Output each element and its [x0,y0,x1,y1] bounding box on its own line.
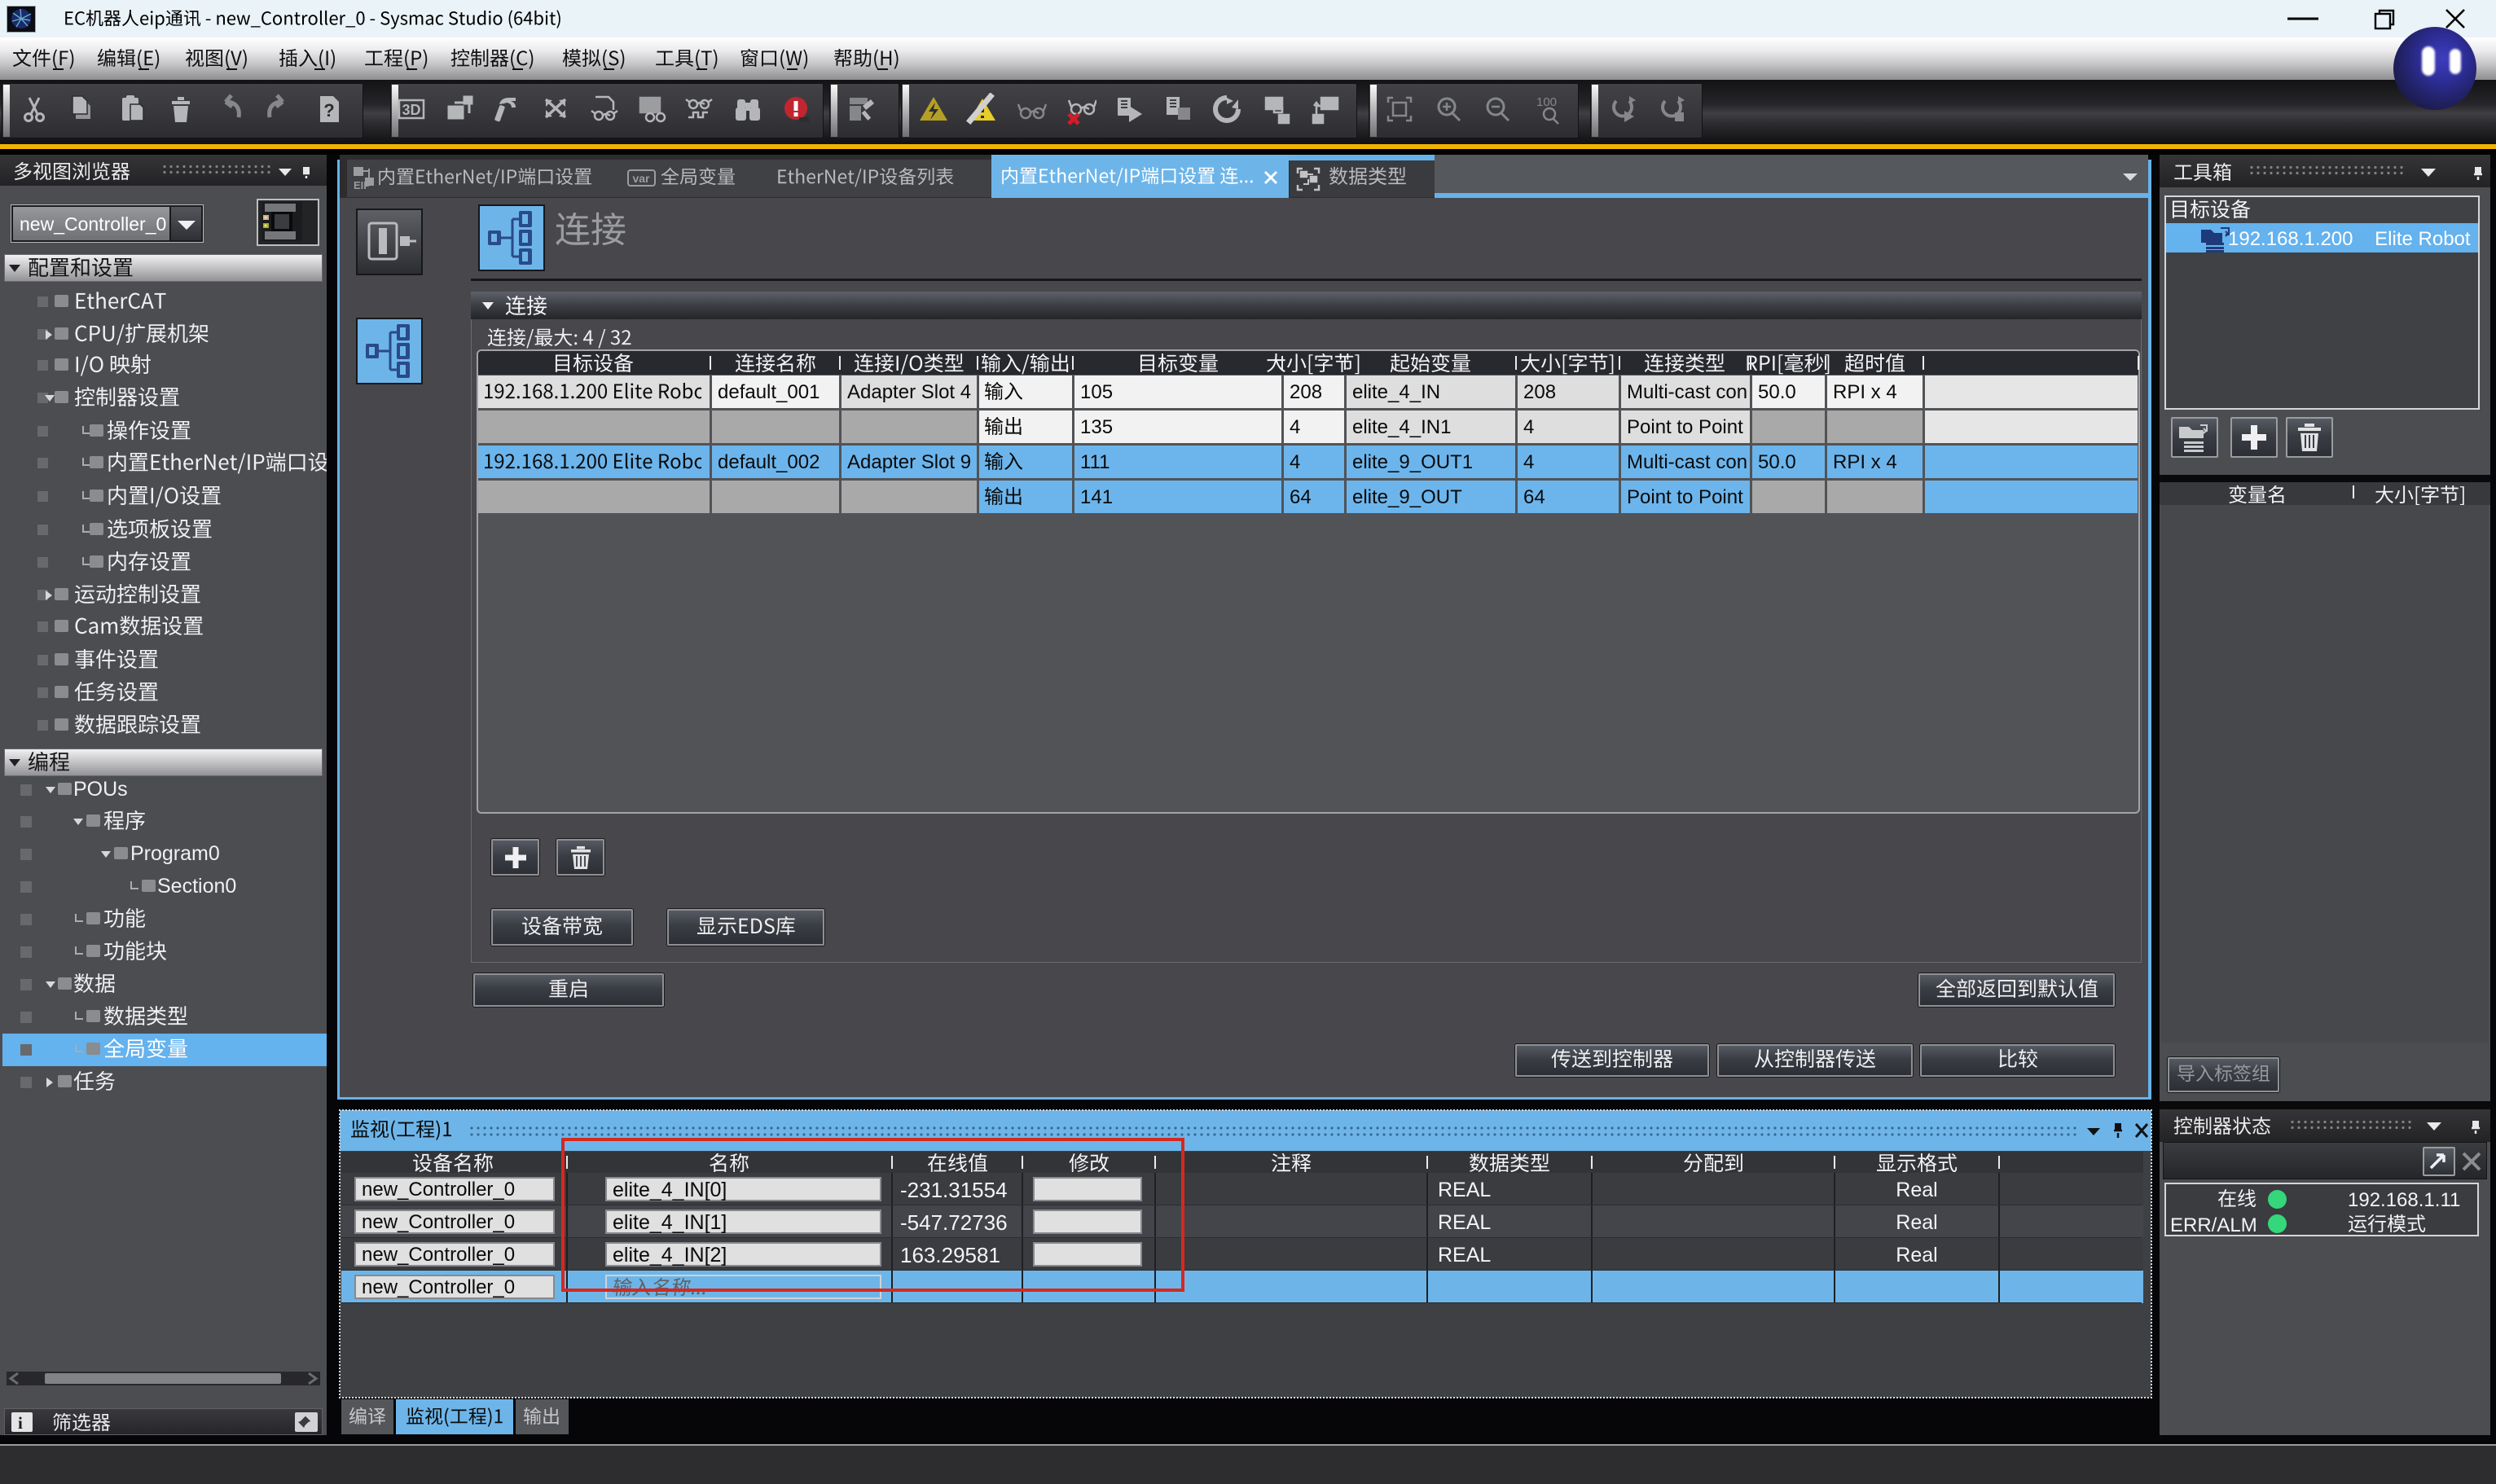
svg-text:var: var [632,172,650,185]
svg-text:EIP: EIP [354,179,371,190]
svg-text:?: ? [323,100,334,121]
svg-text:100: 100 [1536,95,1557,109]
svg-text:3D: 3D [402,102,420,118]
